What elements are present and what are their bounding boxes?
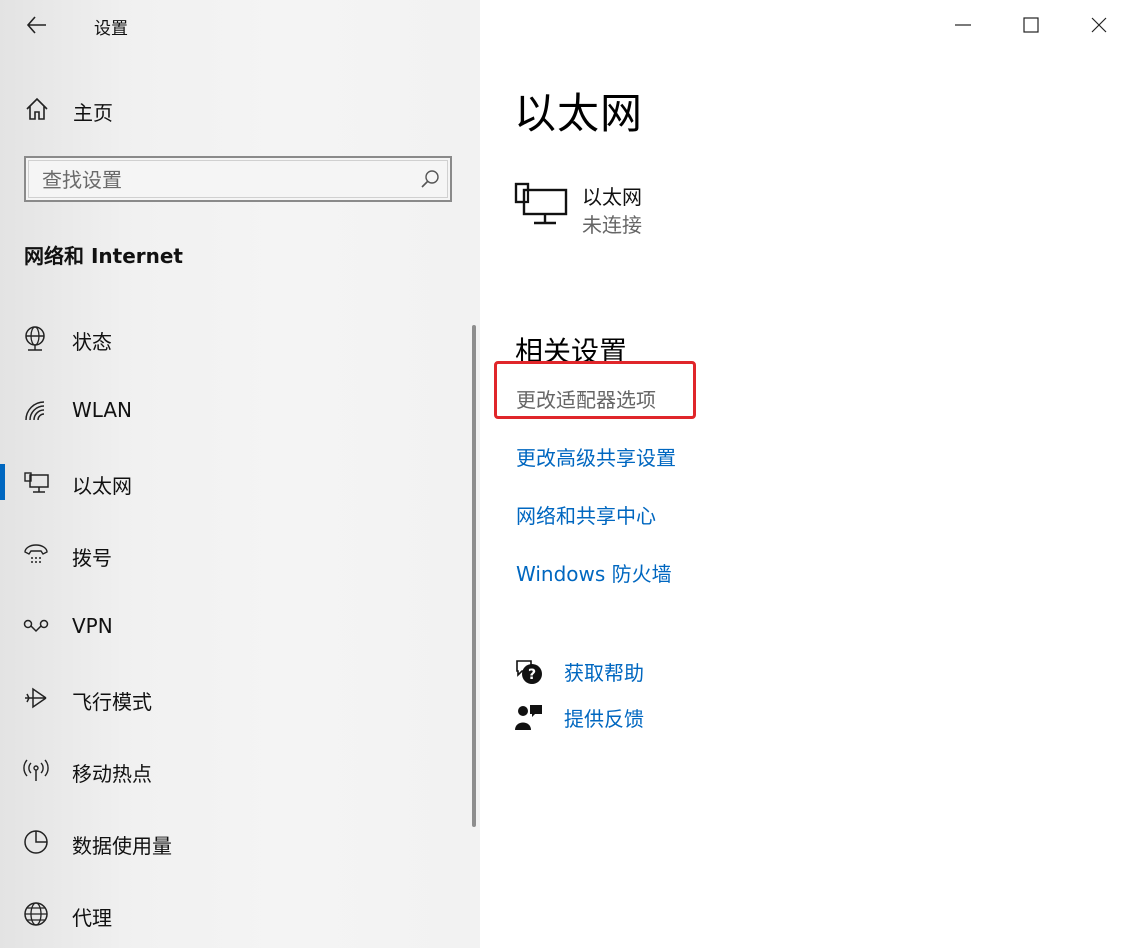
minimize-icon <box>955 24 971 26</box>
sidebar-item-status[interactable]: 状态 <box>0 302 480 374</box>
sidebar-item-proxy[interactable]: 代理 <box>0 878 480 948</box>
feedback-icon <box>515 705 542 730</box>
maximize-button[interactable] <box>1014 8 1048 42</box>
sidebar-item-label: 飞行模式 <box>72 690 152 714</box>
get-help-row[interactable]: ? 获取帮助 <box>514 655 814 689</box>
home-icon <box>26 97 48 120</box>
sidebar-item-label: VPN <box>72 614 113 638</box>
back-button[interactable] <box>22 10 52 40</box>
data-usage-icon <box>24 830 48 854</box>
feedback-row[interactable]: 提供反馈 <box>514 701 814 735</box>
globe-proxy-icon <box>24 902 48 926</box>
windows-firewall-link[interactable]: Windows 防火墙 <box>516 558 672 587</box>
svg-text:?: ? <box>528 667 536 683</box>
ethernet-icon <box>24 472 49 493</box>
page-title: 以太网 <box>514 89 644 138</box>
vpn-icon <box>23 619 49 633</box>
help-chat-icon: ? <box>516 660 542 684</box>
change-advanced-sharing-link[interactable]: 更改高级共享设置 <box>516 442 676 471</box>
sidebar-item-label: 数据使用量 <box>72 834 172 858</box>
sidebar: 设置 主页 网络和 Internet 状态 <box>0 0 480 948</box>
highlight-box <box>494 361 696 419</box>
sidebar-item-ethernet[interactable]: 以太网 <box>0 446 480 518</box>
maximize-icon <box>1023 17 1039 33</box>
sidebar-item-label: 主页 <box>73 101 113 125</box>
sidebar-item-label: 状态 <box>72 330 112 354</box>
wifi-icon <box>25 401 45 421</box>
close-button[interactable] <box>1082 8 1116 42</box>
globe-status-icon <box>25 326 45 351</box>
back-arrow-icon <box>26 16 46 34</box>
dialup-icon <box>24 544 48 563</box>
search-icon[interactable] <box>420 169 440 189</box>
sidebar-item-label: 移动热点 <box>72 762 152 786</box>
minimize-button[interactable] <box>946 8 980 42</box>
sidebar-item-home[interactable]: 主页 <box>0 86 480 132</box>
window-title: 设置 <box>94 19 128 39</box>
sidebar-item-dialup[interactable]: 拨号 <box>0 518 480 590</box>
hotspot-icon <box>23 759 49 781</box>
sidebar-item-label: 拨号 <box>72 546 112 570</box>
search-input[interactable] <box>40 166 404 194</box>
airplane-icon <box>25 687 47 709</box>
sidebar-item-label: WLAN <box>72 398 133 422</box>
sidebar-item-label: 代理 <box>72 906 112 930</box>
sidebar-item-wlan[interactable]: WLAN <box>0 374 480 446</box>
search-box[interactable] <box>24 156 452 202</box>
device-status: 未连接 <box>582 213 642 237</box>
sidebar-item-data-usage[interactable]: 数据使用量 <box>0 806 480 878</box>
ethernet-device-icon <box>514 182 568 225</box>
get-help-link[interactable]: 获取帮助 <box>564 657 644 686</box>
sidebar-item-hotspot[interactable]: 移动热点 <box>0 734 480 806</box>
feedback-link[interactable]: 提供反馈 <box>564 703 644 732</box>
sidebar-item-label: 以太网 <box>72 474 132 498</box>
section-title: 网络和 Internet <box>24 244 183 268</box>
sidebar-scrollbar[interactable] <box>472 325 476 827</box>
sidebar-nav: 状态 WLAN 以太网 拨号 VPN 飞行模式 移动热点 数据使用量 代理 <box>0 302 480 948</box>
sidebar-item-vpn[interactable]: VPN <box>0 590 480 662</box>
network-sharing-center-link[interactable]: 网络和共享中心 <box>516 500 656 529</box>
device-name: 以太网 <box>582 185 642 209</box>
close-icon <box>1091 17 1107 33</box>
sidebar-item-airplane[interactable]: 飞行模式 <box>0 662 480 734</box>
